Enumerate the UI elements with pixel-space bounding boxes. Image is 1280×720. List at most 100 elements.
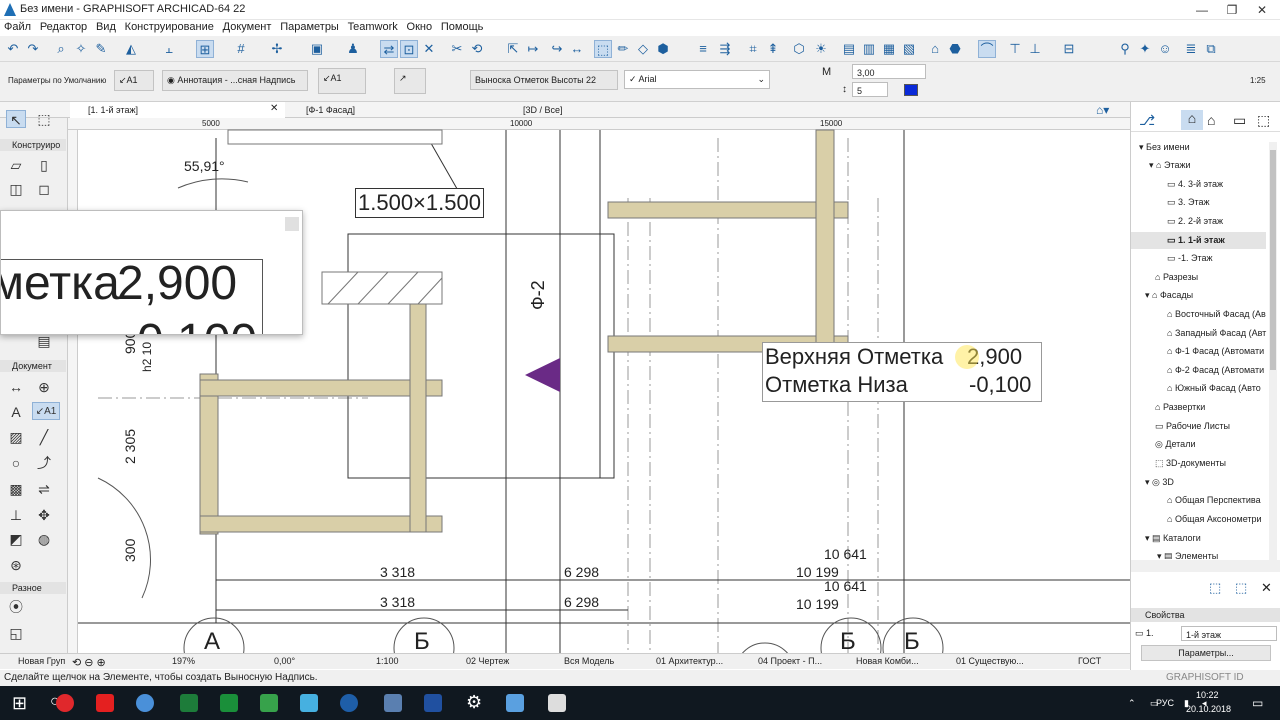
window-size-label[interactable]: 1.500×1.500: [355, 188, 484, 218]
drawing-tool-icon[interactable]: ✥: [34, 506, 54, 524]
font-selector[interactable]: ✓ Arial ⌄: [624, 70, 770, 89]
hotspot-tool-icon[interactable]: ⊥: [6, 506, 26, 524]
section-view-icon[interactable]: ⌗: [744, 40, 762, 58]
menu-edit[interactable]: Редактор: [36, 20, 87, 33]
3d-window-icon[interactable]: ⬡: [790, 40, 808, 58]
dimension-standard[interactable]: ГОСТ: [1078, 656, 1101, 666]
fillet-icon[interactable]: ↪: [548, 40, 566, 58]
properties-name-input[interactable]: 1-й этаж: [1181, 626, 1277, 641]
renovation-filter[interactable]: 01 Существую...: [956, 656, 1024, 666]
pet-palette-icon[interactable]: ◇: [634, 40, 652, 58]
object-icon[interactable]: ⌂: [926, 40, 944, 58]
menu-file[interactable]: Файл: [0, 20, 31, 33]
undo-icon[interactable]: ↶: [4, 40, 22, 58]
distribute-icon[interactable]: ⇶: [716, 40, 734, 58]
drawing-canvas[interactable]: 5000 10000 15000 55,91° 1.500×1.500 Ф-2 …: [68, 118, 1130, 653]
youtube-icon[interactable]: [96, 694, 114, 712]
slab-icon[interactable]: ▧: [900, 40, 918, 58]
settings-gear-icon[interactable]: ⚙: [466, 692, 482, 713]
ie-icon[interactable]: [340, 694, 358, 712]
grid-tool-icon[interactable]: ⦿: [6, 598, 26, 616]
model-view[interactable]: Вся Модель: [564, 656, 614, 666]
tree-3d[interactable]: ▾ ◎ 3D: [1145, 477, 1174, 488]
3d-axonometry-item[interactable]: ⌂ Общая Аксонометри: [1167, 514, 1262, 524]
level-dimension-icon[interactable]: ⊕: [34, 378, 54, 396]
snap-guides-icon[interactable]: ⊞: [196, 40, 214, 58]
menu-document[interactable]: Документ: [219, 20, 272, 33]
tree-stories[interactable]: ▾ ⌂ Этажи: [1149, 160, 1191, 171]
gravity-icon[interactable]: ◭: [122, 40, 140, 58]
story-item[interactable]: ▭ 4. 3-й этаж: [1167, 179, 1223, 190]
guide-lines-icon[interactable]: ⫠: [160, 40, 178, 58]
column-tool-icon[interactable]: ▯: [34, 156, 54, 174]
walls-icon[interactable]: ▤: [840, 40, 858, 58]
publisher-icon[interactable]: ⬚: [1257, 112, 1270, 129]
figure-tool-icon[interactable]: ▩: [6, 480, 26, 498]
find-select-icon[interactable]: ⌕: [52, 40, 70, 58]
beam-icon[interactable]: ▦: [880, 40, 898, 58]
project-map-icon[interactable]: ⌂: [1181, 110, 1203, 130]
label-tool-icon-active[interactable]: ↙A1: [32, 402, 60, 420]
curved-edit-icon[interactable]: ✏: [614, 40, 632, 58]
misc-section[interactable]: Разное: [0, 582, 66, 594]
elevation-view-icon[interactable]: ⇞: [764, 40, 782, 58]
offset-icon[interactable]: ↦: [524, 40, 542, 58]
rotate-icon[interactable]: ⟲: [468, 40, 486, 58]
menu-design[interactable]: Конструирование: [121, 20, 214, 33]
spacing-input[interactable]: 5: [852, 82, 888, 97]
elevation-item[interactable]: ⌂ Восточный Фасад (Ав: [1167, 309, 1266, 319]
suspend-groups-icon[interactable]: ▣: [308, 40, 326, 58]
clock-date[interactable]: 20.10.2018: [1186, 704, 1231, 714]
wall-tool-icon[interactable]: ▱: [6, 156, 26, 174]
graphisoft-id-label[interactable]: GRAPHISOFT ID: [1166, 672, 1244, 683]
properties-settings-button[interactable]: Параметры...: [1141, 645, 1271, 661]
marquee-icon[interactable]: ⬚: [594, 40, 612, 58]
scale-selector[interactable]: 1:100: [376, 656, 399, 666]
align-icon[interactable]: ≡: [694, 40, 712, 58]
document-section[interactable]: Документ: [0, 360, 66, 372]
archicad-taskbar-icon[interactable]: [506, 694, 524, 712]
trace-icon[interactable]: ⇄: [380, 40, 398, 58]
arrow-icon[interactable]: ↖: [6, 110, 26, 128]
3d-perspective-item[interactable]: ⌂ Общая Перспектива: [1167, 495, 1261, 505]
presenter-icon[interactable]: [548, 694, 566, 712]
model-view-options[interactable]: 04 Проект - П...: [758, 656, 822, 666]
stack-layers-icon[interactable]: ⧉: [1202, 40, 1220, 58]
circle-tool-icon[interactable]: ○: [6, 454, 26, 472]
popup-handle[interactable]: [285, 217, 299, 231]
window-tool-icon[interactable]: ◻: [34, 180, 54, 198]
elevation-marker[interactable]: [525, 358, 560, 392]
elevation-item[interactable]: ⌂ Западный Фасад (Авт: [1167, 328, 1266, 338]
label-type-selector[interactable]: Выноска Отметок Высоты 22: [470, 70, 618, 90]
delete-view-icon[interactable]: ✕: [1261, 580, 1272, 596]
layer-combo[interactable]: 02 Чертеж: [466, 656, 509, 666]
elevation-item[interactable]: ⌂ Ф-1 Фасад (Автомати: [1167, 346, 1264, 356]
close-tab-icon[interactable]: ✕: [270, 103, 278, 114]
windows-start-icon[interactable]: ⊞: [12, 693, 27, 714]
line-tool-icon[interactable]: ╱: [34, 428, 54, 446]
design-section[interactable]: Конструиро: [0, 139, 66, 151]
render-icon[interactable]: ☀: [812, 40, 830, 58]
spline-tool-icon[interactable]: ⇌: [34, 480, 54, 498]
bottom-align-icon[interactable]: ⊥: [1026, 40, 1044, 58]
save-view-icon[interactable]: ⬚: [1235, 580, 1247, 596]
snowflake-icon[interactable]: [300, 694, 318, 712]
word-icon[interactable]: [424, 694, 442, 712]
layer-lock-icon[interactable]: ♟: [344, 40, 362, 58]
magic-wand-icon[interactable]: ✧: [72, 40, 90, 58]
maximize-button[interactable]: ❐: [1220, 2, 1244, 18]
excel-icon[interactable]: [220, 694, 238, 712]
pointer-style-selector[interactable]: ↗: [394, 68, 426, 94]
tree-worksheets[interactable]: ▭ Рабочие Листы: [1155, 421, 1230, 432]
tree-root[interactable]: ▾ Без имени: [1139, 142, 1190, 153]
text-size-input[interactable]: 3,00: [852, 64, 926, 79]
column-icon[interactable]: ▥: [860, 40, 878, 58]
tree-3d-documents[interactable]: ⬚ 3D-документы: [1155, 458, 1226, 469]
language-indicator[interactable]: РУС: [1156, 698, 1174, 708]
clock-time[interactable]: 10:22: [1196, 690, 1219, 700]
zoom-level[interactable]: 197%: [172, 656, 195, 666]
notifications-icon[interactable]: ▭: [1252, 696, 1263, 710]
light-icon[interactable]: ✦: [1136, 40, 1154, 58]
minimize-button[interactable]: —: [1190, 2, 1214, 18]
element-info-icon[interactable]: ⊡: [400, 40, 418, 58]
